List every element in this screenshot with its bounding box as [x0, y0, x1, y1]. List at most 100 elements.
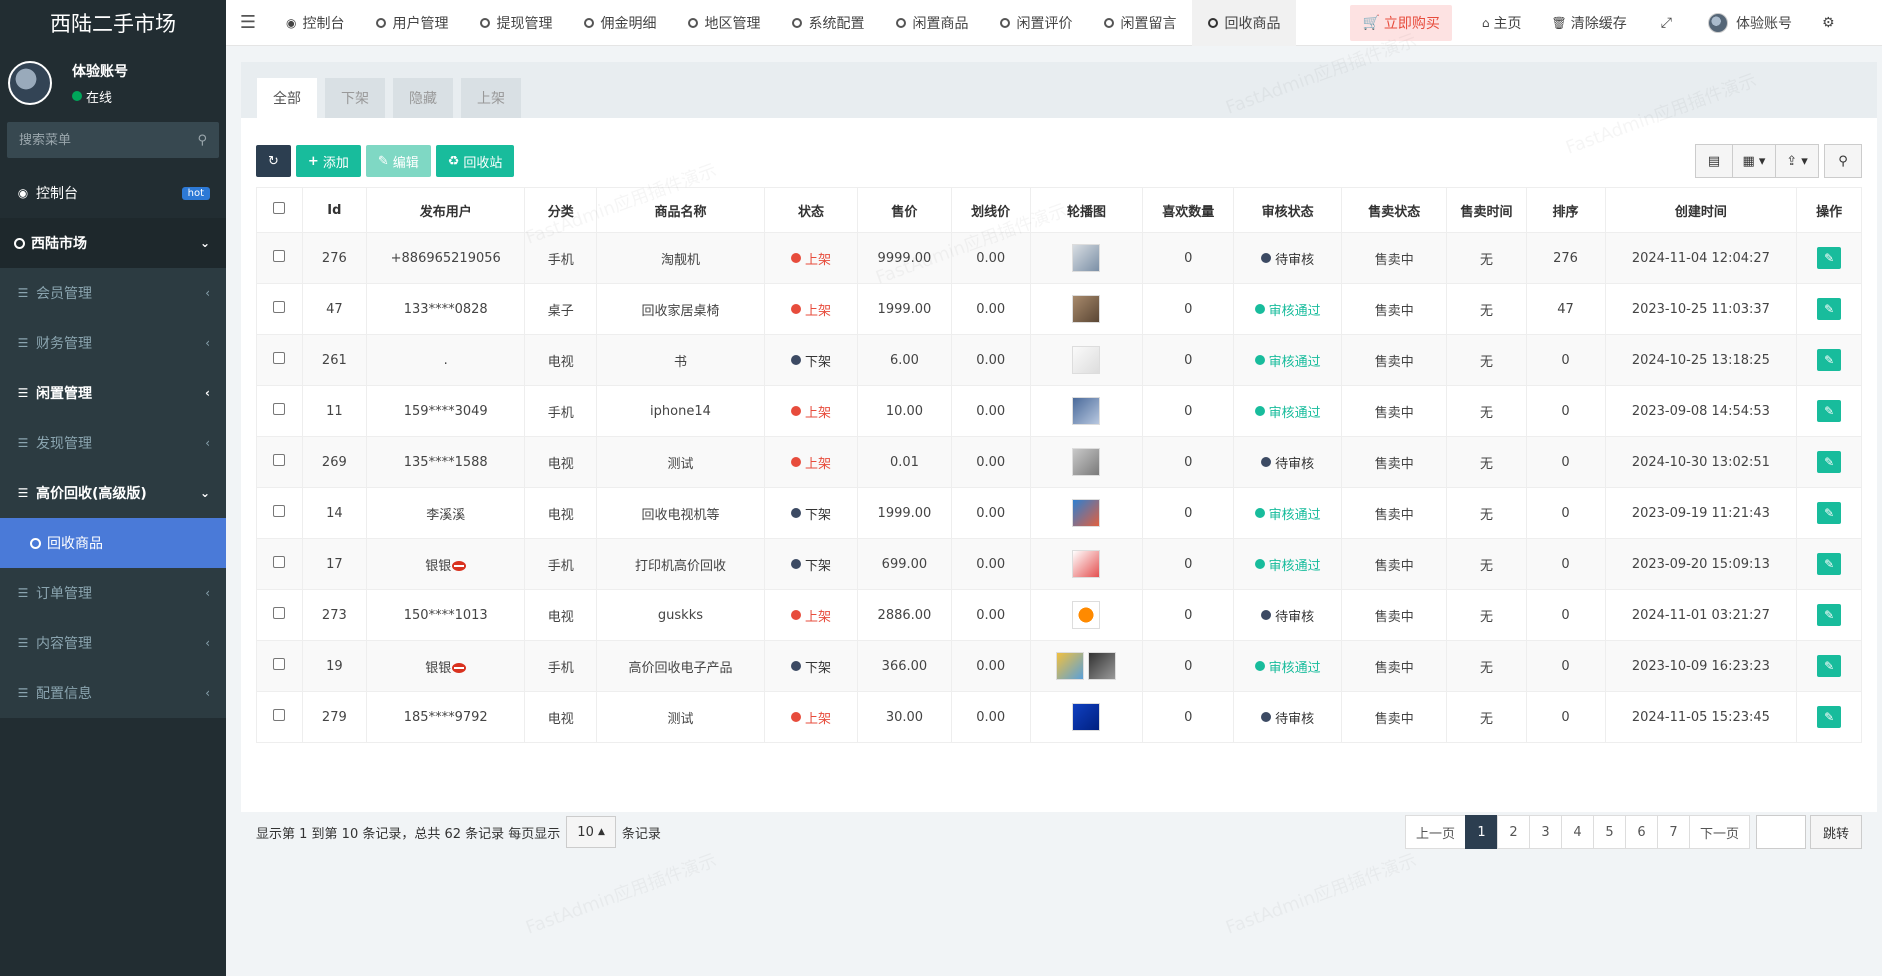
col-header[interactable]: 售卖状态 [1341, 187, 1448, 233]
jump-button[interactable]: 跳转 [1809, 815, 1862, 849]
tab-dashboard[interactable]: ◉ 控制台 [270, 0, 360, 46]
tab-offline[interactable]: 下架 [325, 78, 385, 118]
select-all-checkbox[interactable] [256, 187, 303, 233]
edit-button[interactable]: ✎ 编辑 [365, 145, 431, 177]
cell-review[interactable]: 审核通过 [1233, 283, 1343, 335]
buy-now-button[interactable]: 🛒 立即购买 [1350, 4, 1452, 41]
col-header[interactable]: 划线价 [950, 187, 1031, 233]
col-header[interactable]: Id [301, 187, 368, 233]
tab-withdraw[interactable]: 提现管理 [464, 0, 568, 46]
home-link[interactable]: ⌂ 主页 [1482, 13, 1522, 33]
thumbnail-image[interactable] [1072, 550, 1101, 578]
tab-users[interactable]: 用户管理 [360, 0, 464, 46]
row-checkbox[interactable] [256, 691, 303, 743]
sidebar-item-market[interactable]: 西陆市场 ⌄ [0, 218, 226, 268]
sidebar-item-content[interactable]: ☰ 内容管理 ‹ [0, 618, 226, 668]
edit-row-button[interactable]: ✎ [1817, 451, 1842, 473]
cell-review[interactable]: 待审核 [1233, 232, 1343, 284]
refresh-button[interactable]: ↻ [256, 145, 291, 177]
cell-status[interactable]: 下架 [763, 334, 859, 386]
col-header[interactable]: 售卖时间 [1446, 187, 1527, 233]
row-checkbox[interactable] [256, 487, 303, 539]
tab-recycle-goods[interactable]: 回收商品 [1192, 0, 1297, 46]
page-button[interactable]: 7 [1656, 815, 1690, 849]
table-row[interactable]: 276 +886965219056 手机 淘靓机 上架 9999.00 0.00 0 待审核 售卖… [256, 232, 1862, 284]
cell-status[interactable]: 上架 [763, 232, 859, 284]
table-row[interactable]: 19 银银 手机 高价回收电子产品 下架 366.00 0.00 0 审核通过 售卖中无 0 2023… [256, 640, 1862, 692]
cell-status[interactable]: 下架 [763, 487, 859, 539]
jump-page-input[interactable] [1755, 815, 1806, 849]
table-row[interactable]: 279 185****9792 电视 测试 上架 30.00 0.00 0 待审核 售卖中无 0 20… [256, 691, 1862, 743]
row-checkbox[interactable] [256, 334, 303, 386]
col-header[interactable]: 状态 [763, 187, 859, 233]
page-button[interactable]: 3 [1528, 815, 1562, 849]
thumbnail-image[interactable] [1072, 601, 1101, 629]
page-size-select[interactable]: 10 ▲ [566, 816, 616, 848]
page-button[interactable]: 1 [1464, 815, 1498, 849]
tab-commission[interactable]: 佣金明细 [568, 0, 672, 46]
thumbnail-image[interactable] [1072, 499, 1101, 527]
table-row[interactable]: 47 133****0828 桌子 回收家居桌椅 上架 1999.00 0.00 0 审核通过 售… [256, 283, 1862, 335]
edit-row-button[interactable]: ✎ [1817, 706, 1842, 728]
col-header[interactable]: 商品名称 [596, 187, 765, 233]
tab-system[interactable]: 系统配置 [776, 0, 880, 46]
table-row[interactable]: 269 135****1588 电视 测试 上架 0.01 0.00 0 待审核 售卖中无 0 202… [256, 436, 1862, 488]
cell-status[interactable]: 上架 [763, 691, 859, 743]
cell-status[interactable]: 上架 [763, 283, 859, 335]
table-row[interactable]: 11 159****3049 手机 iphone14 上架 10.00 0.00 0 审核通过 售… [256, 385, 1862, 437]
export-icon[interactable]: ⇪ ▾ [1775, 144, 1819, 178]
col-header[interactable]: 审核状态 [1233, 187, 1343, 233]
thumbnail-image[interactable] [1072, 295, 1101, 323]
sidebar-item-discover[interactable]: ☰ 发现管理 ‹ [0, 418, 226, 468]
cell-review[interactable]: 待审核 [1233, 589, 1343, 641]
sidebar-item-members[interactable]: ☰ 会员管理 ‹ [0, 268, 226, 318]
account-menu[interactable]: 体验账号 [1707, 12, 1792, 33]
table-row[interactable]: 261. 电视书下架 6.00 0.00 0 审核通过 售卖中无 0 2024-10-25 13… [256, 334, 1862, 386]
cell-review[interactable]: 审核通过 [1233, 487, 1343, 539]
thumbnail-image[interactable] [1072, 397, 1101, 425]
col-header[interactable]: 创建时间 [1604, 187, 1798, 233]
page-button[interactable]: 5 [1592, 815, 1626, 849]
add-button[interactable]: + 添加 [295, 145, 361, 177]
cell-review[interactable]: 待审核 [1233, 691, 1343, 743]
gear-icon[interactable]: ⚙ [1822, 15, 1835, 31]
next-page-button[interactable]: 下一页 [1688, 815, 1750, 849]
page-button[interactable]: 4 [1560, 815, 1594, 849]
thumbnail-image[interactable] [1072, 448, 1101, 476]
page-button[interactable]: 2 [1496, 815, 1530, 849]
cell-status[interactable]: 下架 [763, 640, 859, 692]
sidebar-item-idle[interactable]: ☰ 闲置管理 ‹ [0, 368, 226, 418]
cell-review[interactable]: 审核通过 [1233, 538, 1343, 590]
toggle-view-icon[interactable]: ▤ [1695, 144, 1733, 178]
thumbnail-image[interactable] [1072, 703, 1101, 731]
sidebar-item-config[interactable]: ☰ 配置信息 ‹ [0, 668, 226, 718]
col-header[interactable]: 轮播图 [1029, 187, 1144, 233]
tab-idle-review[interactable]: 闲置评价 [984, 0, 1088, 46]
sidebar-item-finance[interactable]: ☰ 财务管理 ‹ [0, 318, 226, 368]
cell-review[interactable]: 审核通过 [1233, 334, 1343, 386]
tab-idle-message[interactable]: 闲置留言 [1088, 0, 1192, 46]
edit-row-button[interactable]: ✎ [1817, 298, 1842, 320]
thumbnail-image[interactable] [1088, 652, 1117, 680]
row-checkbox[interactable] [256, 640, 303, 692]
row-checkbox[interactable] [256, 283, 303, 335]
recycle-bin-button[interactable]: ♻ 回收站 [435, 145, 515, 177]
row-checkbox[interactable] [256, 232, 303, 284]
row-checkbox[interactable] [256, 538, 303, 590]
thumbnail-image[interactable] [1072, 244, 1101, 272]
col-header[interactable]: 分类 [524, 187, 598, 233]
tab-hidden[interactable]: 隐藏 [393, 78, 453, 118]
fullscreen-icon[interactable]: ⤢ [1661, 15, 1672, 31]
table-search-icon[interactable]: ⚲ [1824, 144, 1862, 178]
app-title[interactable]: 西陆二手市场 [0, 0, 226, 46]
sidebar-item-recycle-pro[interactable]: ☰ 高价回收(高级版) ⌄ [0, 468, 226, 518]
page-button[interactable]: 6 [1624, 815, 1658, 849]
table-row[interactable]: 273 150****1013 电视 guskks 上架 2886.00 0.00 0 待审核 售… [256, 589, 1862, 641]
col-header[interactable]: 喜欢数量 [1142, 187, 1235, 233]
col-header[interactable]: 发布用户 [366, 187, 526, 233]
row-checkbox[interactable] [256, 589, 303, 641]
edit-row-button[interactable]: ✎ [1817, 400, 1842, 422]
col-header[interactable]: 排序 [1525, 187, 1606, 233]
cell-status[interactable]: 上架 [763, 385, 859, 437]
sidebar-item-dashboard[interactable]: ◉ 控制台 hot [0, 168, 226, 218]
